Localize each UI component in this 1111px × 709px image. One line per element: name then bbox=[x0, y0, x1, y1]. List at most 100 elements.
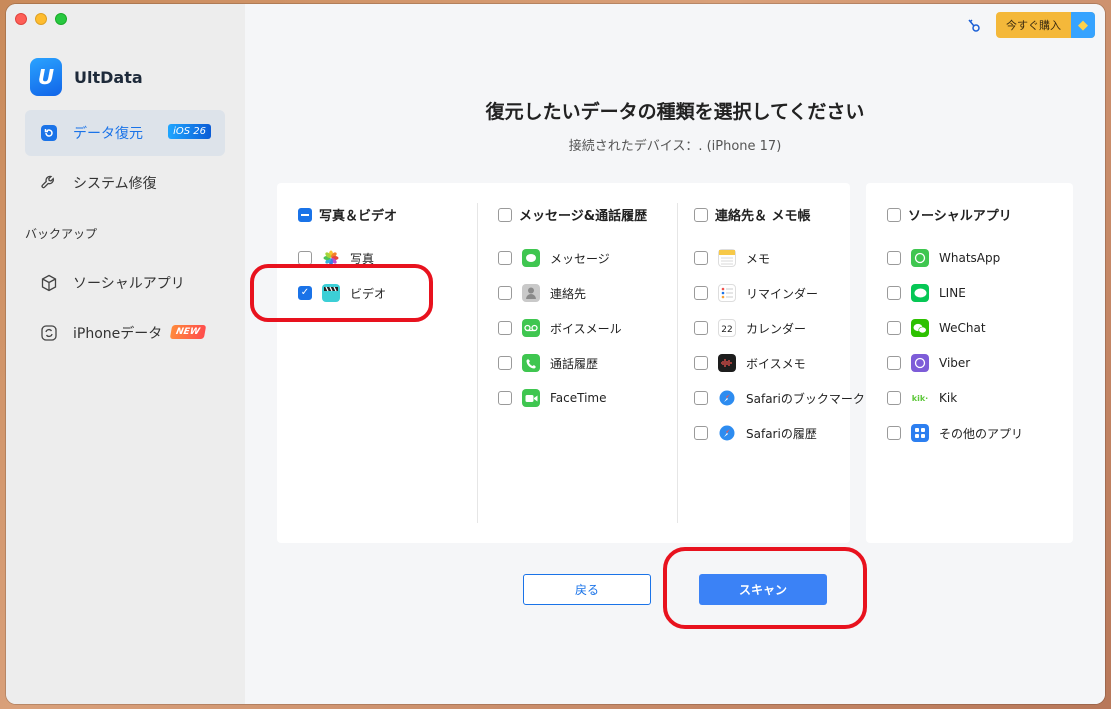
column-divider bbox=[677, 203, 678, 523]
safari-icon bbox=[718, 389, 736, 407]
list-item[interactable]: 通話履歴 bbox=[498, 354, 598, 372]
list-item[interactable]: その他のアプリ bbox=[887, 424, 1023, 442]
line-icon bbox=[911, 284, 929, 302]
sidebar-item-system-repair[interactable]: システム修復 bbox=[25, 160, 225, 206]
sidebar-item-social-apps[interactable]: ソーシャルアプリ bbox=[25, 260, 225, 306]
list-item[interactable]: FaceTime bbox=[498, 389, 607, 407]
ultdata-logo-icon: U bbox=[30, 58, 62, 96]
category-title: メッセージ&通話履歴 bbox=[519, 209, 648, 224]
close-window-button[interactable] bbox=[15, 13, 27, 25]
category-checkbox[interactable] bbox=[498, 207, 512, 222]
list-item[interactable]: Safariの履歴 bbox=[694, 424, 817, 442]
brand: U UltData bbox=[30, 58, 143, 96]
viber-icon bbox=[911, 354, 929, 372]
voicemail-icon bbox=[522, 319, 540, 337]
item-label: リマインダー bbox=[746, 286, 819, 301]
messages-icon bbox=[522, 249, 540, 267]
main-content: 今すぐ購入 ◆ 復元したいデータの種類を選択してください 接続されたデバイス：.… bbox=[245, 4, 1105, 704]
list-item[interactable]: ✓ ビデオ bbox=[298, 284, 386, 302]
list-item[interactable]: Safariのブックマーク bbox=[694, 389, 865, 407]
list-item[interactable]: 22 カレンダー bbox=[694, 319, 806, 337]
whatsapp-icon bbox=[911, 249, 929, 267]
list-item[interactable]: WhatsApp bbox=[887, 249, 1000, 267]
list-item[interactable]: Viber bbox=[887, 354, 970, 372]
list-item[interactable]: リマインダー bbox=[694, 284, 818, 302]
item-label: Kik bbox=[939, 391, 958, 405]
video-clapper-icon bbox=[322, 284, 340, 302]
sidebar-item-data-recovery[interactable]: データ復元 iOS 26 bbox=[25, 110, 225, 156]
item-checkbox[interactable] bbox=[694, 321, 708, 335]
item-checkbox[interactable] bbox=[887, 391, 901, 405]
sidebar-item-label: システム修復 bbox=[73, 176, 157, 192]
list-item[interactable]: ボイスメール bbox=[498, 319, 622, 337]
category-header[interactable]: 写真＆ビデオ bbox=[298, 205, 397, 224]
category-panel: 写真＆ビデオ 写真 ✓ ビデオ メッセージ&通話履歴 メッセージ 連絡先 ボイス… bbox=[277, 183, 865, 543]
item-label: WhatsApp bbox=[939, 251, 1001, 265]
device-info: 接続されたデバイス：. (iPhone 17) bbox=[568, 139, 782, 154]
page-title: 復元したいデータの種類を選択してください bbox=[485, 101, 865, 123]
item-checkbox[interactable] bbox=[694, 356, 708, 370]
sidebar-item-label: ソーシャルアプリ bbox=[73, 276, 185, 292]
ios-version-badge: iOS 26 bbox=[168, 124, 211, 139]
scan-button[interactable]: スキャン bbox=[699, 574, 827, 605]
item-checkbox[interactable]: ✓ bbox=[298, 286, 312, 300]
list-item[interactable]: LINE bbox=[887, 284, 966, 302]
item-label: 通話履歴 bbox=[550, 356, 599, 371]
phone-icon bbox=[522, 354, 540, 372]
key-icon[interactable] bbox=[966, 17, 982, 33]
item-checkbox[interactable] bbox=[498, 251, 512, 265]
item-checkbox[interactable] bbox=[887, 286, 901, 300]
list-item[interactable]: メッセージ bbox=[498, 249, 610, 267]
zoom-window-button[interactable] bbox=[55, 13, 67, 25]
sidebar-item-iphone-data[interactable]: iPhoneデータ NEW bbox=[25, 310, 225, 356]
category-header[interactable]: メッセージ&通話履歴 bbox=[498, 205, 647, 224]
new-badge: NEW bbox=[170, 325, 207, 339]
category-header[interactable]: ソーシャルアプリ bbox=[887, 205, 1012, 224]
voice-memo-icon bbox=[718, 354, 736, 372]
item-checkbox[interactable] bbox=[498, 321, 512, 335]
item-checkbox[interactable] bbox=[694, 426, 708, 440]
item-checkbox[interactable] bbox=[887, 356, 901, 370]
list-item[interactable]: 連絡先 bbox=[498, 284, 586, 302]
item-label: ボイスメール bbox=[550, 321, 622, 336]
item-checkbox[interactable] bbox=[887, 321, 901, 335]
photos-icon bbox=[322, 249, 340, 267]
other-apps-icon bbox=[911, 424, 929, 442]
minimize-window-button[interactable] bbox=[35, 13, 47, 25]
item-label: ボイスメモ bbox=[746, 356, 806, 371]
column-divider bbox=[477, 203, 478, 523]
list-item[interactable]: kik· Kik bbox=[887, 389, 957, 407]
buy-now-button[interactable]: 今すぐ購入 ◆ bbox=[996, 12, 1095, 38]
category-checkbox[interactable] bbox=[298, 207, 312, 222]
notes-icon bbox=[718, 249, 736, 267]
window-controls bbox=[15, 13, 67, 25]
category-checkbox[interactable] bbox=[887, 207, 901, 222]
contacts-icon bbox=[522, 284, 540, 302]
wrench-icon bbox=[39, 173, 59, 193]
list-item[interactable]: 写真 bbox=[298, 249, 374, 267]
item-label: Safariの履歴 bbox=[746, 426, 817, 441]
sidebar-item-label: データ復元 bbox=[73, 126, 143, 142]
item-checkbox[interactable] bbox=[498, 391, 512, 405]
item-label: WeChat bbox=[939, 321, 986, 335]
category-title: 連絡先＆ メモ帳 bbox=[715, 209, 811, 224]
list-item[interactable]: メモ bbox=[694, 249, 770, 267]
category-checkbox[interactable] bbox=[694, 207, 708, 222]
item-checkbox[interactable] bbox=[498, 286, 512, 300]
app-window: U UltData データ復元 iOS 26 システム修復 バックアップ ソーシ… bbox=[6, 4, 1105, 704]
item-checkbox[interactable] bbox=[694, 286, 708, 300]
list-item[interactable]: ボイスメモ bbox=[694, 354, 806, 372]
item-label: Safariのブックマーク bbox=[746, 391, 865, 406]
item-checkbox[interactable] bbox=[694, 251, 708, 265]
item-checkbox[interactable] bbox=[694, 391, 708, 405]
item-label: ビデオ bbox=[350, 286, 387, 301]
category-header[interactable]: 連絡先＆ メモ帳 bbox=[694, 205, 811, 224]
item-checkbox[interactable] bbox=[298, 251, 312, 265]
item-checkbox[interactable] bbox=[887, 426, 901, 440]
item-checkbox[interactable] bbox=[887, 251, 901, 265]
top-toolbar: 今すぐ購入 ◆ bbox=[966, 12, 1095, 38]
item-checkbox[interactable] bbox=[498, 356, 512, 370]
back-button[interactable]: 戻る bbox=[523, 574, 651, 605]
sidebar: U UltData データ復元 iOS 26 システム修復 バックアップ ソーシ… bbox=[6, 4, 245, 704]
list-item[interactable]: WeChat bbox=[887, 319, 986, 337]
